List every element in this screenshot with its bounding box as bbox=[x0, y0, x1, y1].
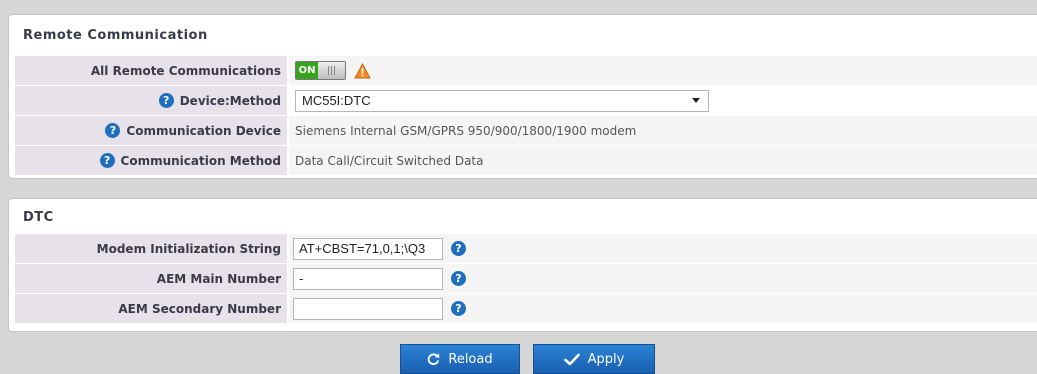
aem-secondary-number-input[interactable] bbox=[293, 297, 443, 320]
aem-secondary-number-value-cell: ? bbox=[289, 294, 1037, 323]
device-method-label: Device:Method bbox=[179, 93, 281, 108]
reload-button[interactable]: Reload bbox=[400, 344, 520, 374]
checkmark-icon bbox=[563, 353, 580, 365]
modem-init-label: Modem Initialization String bbox=[15, 234, 287, 263]
dtc-title: DTC bbox=[23, 210, 54, 225]
aem-main-number-label: AEM Main Number bbox=[15, 264, 287, 293]
reload-icon bbox=[428, 352, 440, 365]
device-method-row: ? Device:Method MC55I:DTC bbox=[15, 86, 1037, 115]
communication-device-row: ? Communication Device Siemens Internal … bbox=[15, 116, 1037, 145]
apply-label: Apply bbox=[587, 351, 625, 367]
help-icon[interactable]: ? bbox=[99, 153, 115, 168]
communication-device-value: Siemens Internal GSM/GPRS 950/900/1800/1… bbox=[289, 116, 1037, 145]
aem-main-number-input[interactable]: - bbox=[293, 267, 443, 290]
dtc-panel: DTC Modem Initialization String AT+CBST=… bbox=[8, 198, 1037, 332]
remote-communications-toggle[interactable]: ON bbox=[295, 61, 346, 80]
communication-method-label: Communication Method bbox=[120, 153, 281, 168]
all-remote-communications-value: ON bbox=[289, 56, 1037, 85]
aem-main-number-row: AEM Main Number - ? bbox=[15, 264, 1037, 293]
all-remote-communications-label: All Remote Communications bbox=[15, 56, 287, 85]
toggle-knob[interactable] bbox=[318, 62, 345, 79]
communication-device-label: Communication Device bbox=[126, 123, 281, 138]
help-icon[interactable]: ? bbox=[451, 271, 466, 286]
warning-icon bbox=[354, 62, 371, 78]
modem-init-row: Modem Initialization String AT+CBST=71,0… bbox=[15, 234, 1037, 263]
device-method-label-cell: ? Device:Method bbox=[15, 86, 287, 115]
help-icon[interactable]: ? bbox=[105, 123, 121, 138]
remote-communication-panel: Remote Communication All Remote Communic… bbox=[8, 14, 1037, 179]
device-method-value-cell: MC55I:DTC bbox=[289, 86, 1037, 115]
communication-device-label-cell: ? Communication Device bbox=[15, 116, 287, 145]
chevron-down-icon[interactable] bbox=[692, 98, 700, 103]
modem-init-value-cell: AT+CBST=71,0,1;\Q3 ? bbox=[289, 234, 1037, 263]
toggle-on-label: ON bbox=[296, 62, 318, 79]
communication-method-value: Data Call/Circuit Switched Data bbox=[289, 146, 1037, 175]
aem-main-number-value-cell: - ? bbox=[289, 264, 1037, 293]
reload-label: Reload bbox=[448, 351, 493, 367]
device-method-selected: MC55I:DTC bbox=[302, 93, 371, 108]
communication-method-row: ? Communication Method Data Call/Circuit… bbox=[15, 146, 1037, 175]
aem-secondary-number-label: AEM Secondary Number bbox=[15, 294, 287, 323]
modem-init-input[interactable]: AT+CBST=71,0,1;\Q3 bbox=[293, 237, 443, 260]
help-icon[interactable]: ? bbox=[158, 93, 174, 108]
help-icon[interactable]: ? bbox=[451, 301, 466, 316]
help-icon[interactable]: ? bbox=[451, 241, 466, 256]
remote-communication-title: Remote Communication bbox=[23, 28, 208, 43]
aem-secondary-number-row: AEM Secondary Number ? bbox=[15, 294, 1037, 323]
device-method-select[interactable]: MC55I:DTC bbox=[295, 89, 709, 112]
all-remote-communications-row: All Remote Communications ON bbox=[15, 56, 1037, 85]
apply-button[interactable]: Apply bbox=[533, 344, 655, 374]
communication-method-label-cell: ? Communication Method bbox=[15, 146, 287, 175]
